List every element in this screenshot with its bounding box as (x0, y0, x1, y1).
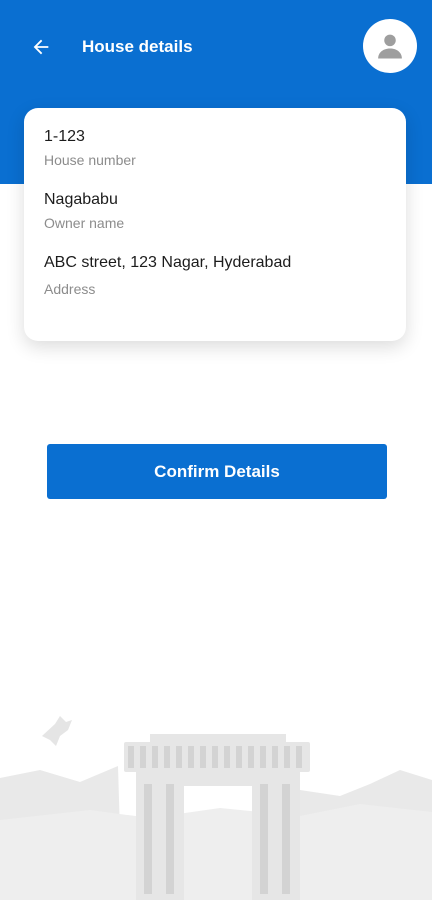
address-value: ABC street, 123 Nagar, Hyderabad (44, 254, 292, 271)
arrow-left-icon (33, 39, 49, 55)
owner-name-label: Owner name (44, 215, 125, 231)
house-number-field: 1-123 House number (44, 127, 136, 169)
profile-avatar[interactable] (363, 19, 417, 73)
house-number-value: 1-123 (44, 128, 85, 145)
confirm-details-button[interactable]: Confirm Details (47, 444, 387, 499)
house-details-card: 1-123 House number Nagababu Owner name A… (24, 108, 406, 341)
page-title: House details (82, 37, 193, 56)
monument-illustration (0, 716, 432, 900)
back-button[interactable] (26, 32, 56, 62)
address-field: ABC street, 123 Nagar, Hyderabad Address (44, 253, 291, 298)
address-label: Address (44, 281, 96, 297)
house-number-label: House number (44, 152, 136, 168)
owner-name-value: Nagababu (44, 191, 118, 208)
owner-name-field: Nagababu Owner name (44, 190, 124, 232)
user-icon (378, 34, 402, 59)
